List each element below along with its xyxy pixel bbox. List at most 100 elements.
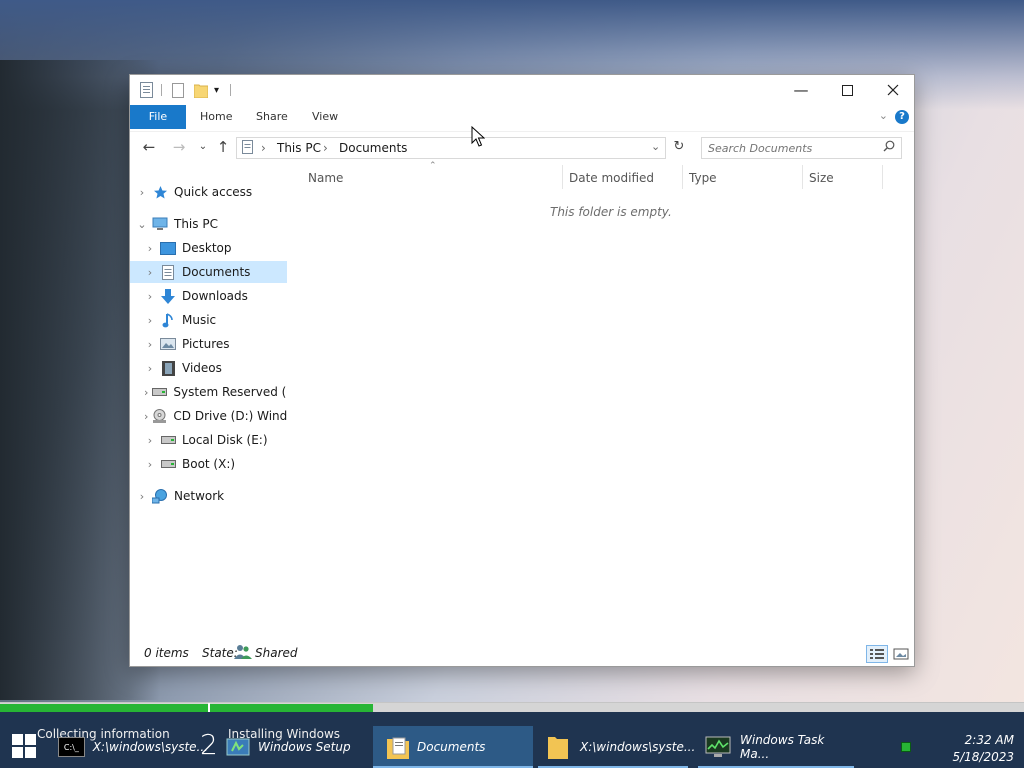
sidebar-item-music[interactable]: › Music xyxy=(144,309,216,331)
network-icon xyxy=(152,488,168,504)
column-date-modified[interactable]: Date modified xyxy=(569,171,654,185)
folder-icon xyxy=(548,735,568,759)
sidebar-item-cd-drive[interactable]: › CD Drive (D:) Windows xyxy=(144,405,287,427)
sidebar-item-this-pc[interactable]: ⌄ This PC xyxy=(136,213,218,235)
sidebar-item-documents[interactable]: › Documents xyxy=(130,261,287,283)
desktop-icon xyxy=(160,240,176,256)
column-divider[interactable] xyxy=(882,165,883,189)
taskbar-app-task-manager[interactable]: Windows Task Ma... xyxy=(698,726,854,768)
sort-arrow-icon: ⌃ xyxy=(429,161,437,171)
sidebar-item-videos[interactable]: › Videos xyxy=(144,357,222,379)
new-folder-icon[interactable] xyxy=(194,81,208,99)
recent-locations-icon[interactable]: ⌄ xyxy=(192,136,214,158)
sidebar-item-system-reserved[interactable]: › System Reserved (C:) xyxy=(144,381,287,403)
system-clock[interactable]: 2:32 AM 5/18/2023 xyxy=(952,732,1014,766)
breadcrumb-documents[interactable]: Documents xyxy=(339,141,407,155)
minimize-button[interactable]: — xyxy=(778,75,824,105)
taskbar-app-windows-setup[interactable]: Windows Setup xyxy=(226,726,366,768)
command-prompt-icon: C:\_ xyxy=(58,737,85,757)
chevron-right-icon[interactable]: › xyxy=(144,410,148,423)
chevron-down-icon[interactable]: ⌄ xyxy=(136,218,148,231)
up-button[interactable]: ↑ xyxy=(212,136,234,158)
star-icon xyxy=(152,184,168,200)
sidebar-item-quick-access[interactable]: › Quick access xyxy=(136,181,252,203)
folder-documents-icon xyxy=(387,735,409,759)
chevron-right-icon[interactable]: › xyxy=(144,314,156,327)
address-bar[interactable]: › This PC › Documents ⌄ xyxy=(236,137,666,159)
status-bar: 0 items State: Shared xyxy=(130,640,914,666)
sidebar-item-boot[interactable]: › Boot (X:) xyxy=(144,453,235,475)
column-divider[interactable] xyxy=(682,165,683,189)
tab-file[interactable]: File xyxy=(130,105,186,129)
chevron-right-icon[interactable]: › xyxy=(144,338,156,351)
title-bar[interactable]: ▾ — xyxy=(130,75,914,105)
address-dropdown-icon[interactable]: ⌄ xyxy=(651,140,660,153)
sidebar-item-label: Quick access xyxy=(174,185,253,199)
sidebar-item-downloads[interactable]: › Downloads xyxy=(144,285,248,307)
search-input[interactable] xyxy=(706,140,876,156)
pictures-icon xyxy=(160,336,176,352)
tab-view[interactable]: View xyxy=(312,105,338,129)
chevron-right-icon[interactable]: › xyxy=(136,186,148,199)
sidebar-item-desktop[interactable]: › Desktop xyxy=(144,237,232,259)
properties-icon[interactable] xyxy=(172,81,184,99)
breadcrumb-this-pc[interactable]: This PC xyxy=(277,141,321,155)
progress-step2-fill xyxy=(210,704,373,712)
state-value: Shared xyxy=(255,646,298,660)
chevron-right-icon: › xyxy=(261,141,266,155)
progress-step1-fill xyxy=(0,704,208,712)
column-divider[interactable] xyxy=(802,165,803,189)
refresh-button[interactable]: ↻ xyxy=(668,136,690,158)
taskbar-app-label: Documents xyxy=(417,740,486,754)
sidebar-item-label: Documents xyxy=(182,265,251,279)
chevron-right-icon[interactable]: › xyxy=(136,490,148,503)
clock-time: 2:32 AM xyxy=(964,733,1014,747)
chevron-right-icon[interactable]: › xyxy=(144,290,156,303)
back-button[interactable]: ← xyxy=(138,136,160,158)
computer-icon xyxy=(152,216,168,232)
close-icon xyxy=(887,84,899,96)
chevron-right-icon[interactable]: › xyxy=(144,362,156,375)
column-divider[interactable] xyxy=(562,165,563,189)
forward-button[interactable]: → xyxy=(168,136,190,158)
maximize-icon xyxy=(841,84,853,96)
sidebar-item-network[interactable]: › Network xyxy=(136,485,224,507)
details-view-icon xyxy=(870,649,884,659)
chevron-right-icon[interactable]: › xyxy=(144,266,156,279)
help-icon[interactable]: ? xyxy=(895,110,909,124)
empty-folder-message: This folder is empty. xyxy=(550,205,672,219)
tray-status-icon[interactable] xyxy=(901,742,911,752)
details-view-button[interactable] xyxy=(866,645,888,663)
close-button[interactable] xyxy=(870,75,916,105)
sidebar-item-local-disk[interactable]: › Local Disk (E:) xyxy=(144,429,268,451)
qa-dropdown-icon[interactable]: ▾ xyxy=(214,81,219,99)
column-size[interactable]: Size xyxy=(809,171,834,185)
sidebar-item-pictures[interactable]: › Pictures xyxy=(144,333,230,355)
download-arrow-icon xyxy=(160,288,176,304)
large-icons-view-button[interactable] xyxy=(890,645,912,663)
tab-share[interactable]: Share xyxy=(256,105,288,129)
tab-home[interactable]: Home xyxy=(200,105,232,129)
chevron-right-icon[interactable]: › xyxy=(144,242,156,255)
search-icon[interactable] xyxy=(883,140,895,155)
search-box[interactable] xyxy=(701,137,902,159)
sidebar-item-label: Network xyxy=(174,489,225,503)
column-name[interactable]: Name xyxy=(308,171,343,185)
maximize-button[interactable] xyxy=(824,75,870,105)
chevron-right-icon[interactable]: › xyxy=(144,458,156,471)
chevron-right-icon[interactable]: › xyxy=(144,386,148,399)
state-label: State: xyxy=(202,646,238,660)
taskbar-app-explorer[interactable]: X:\windows\syste... xyxy=(538,726,695,768)
drive-icon xyxy=(160,432,176,448)
ribbon-expand-icon[interactable]: ⌄ xyxy=(879,109,888,122)
taskbar-app-documents[interactable]: Documents xyxy=(373,726,533,768)
setup-icon xyxy=(226,737,250,757)
chevron-right-icon: › xyxy=(323,141,328,155)
taskbar-app-cmd[interactable]: C:\_ X:\windows\syste... xyxy=(58,726,208,768)
start-button[interactable] xyxy=(12,734,36,761)
cd-drive-icon xyxy=(152,408,167,424)
taskbar: Collecting information 2 Installing Wind… xyxy=(0,712,1024,768)
column-type[interactable]: Type xyxy=(689,171,717,185)
windows-logo-icon xyxy=(12,734,36,758)
chevron-right-icon[interactable]: › xyxy=(144,434,156,447)
